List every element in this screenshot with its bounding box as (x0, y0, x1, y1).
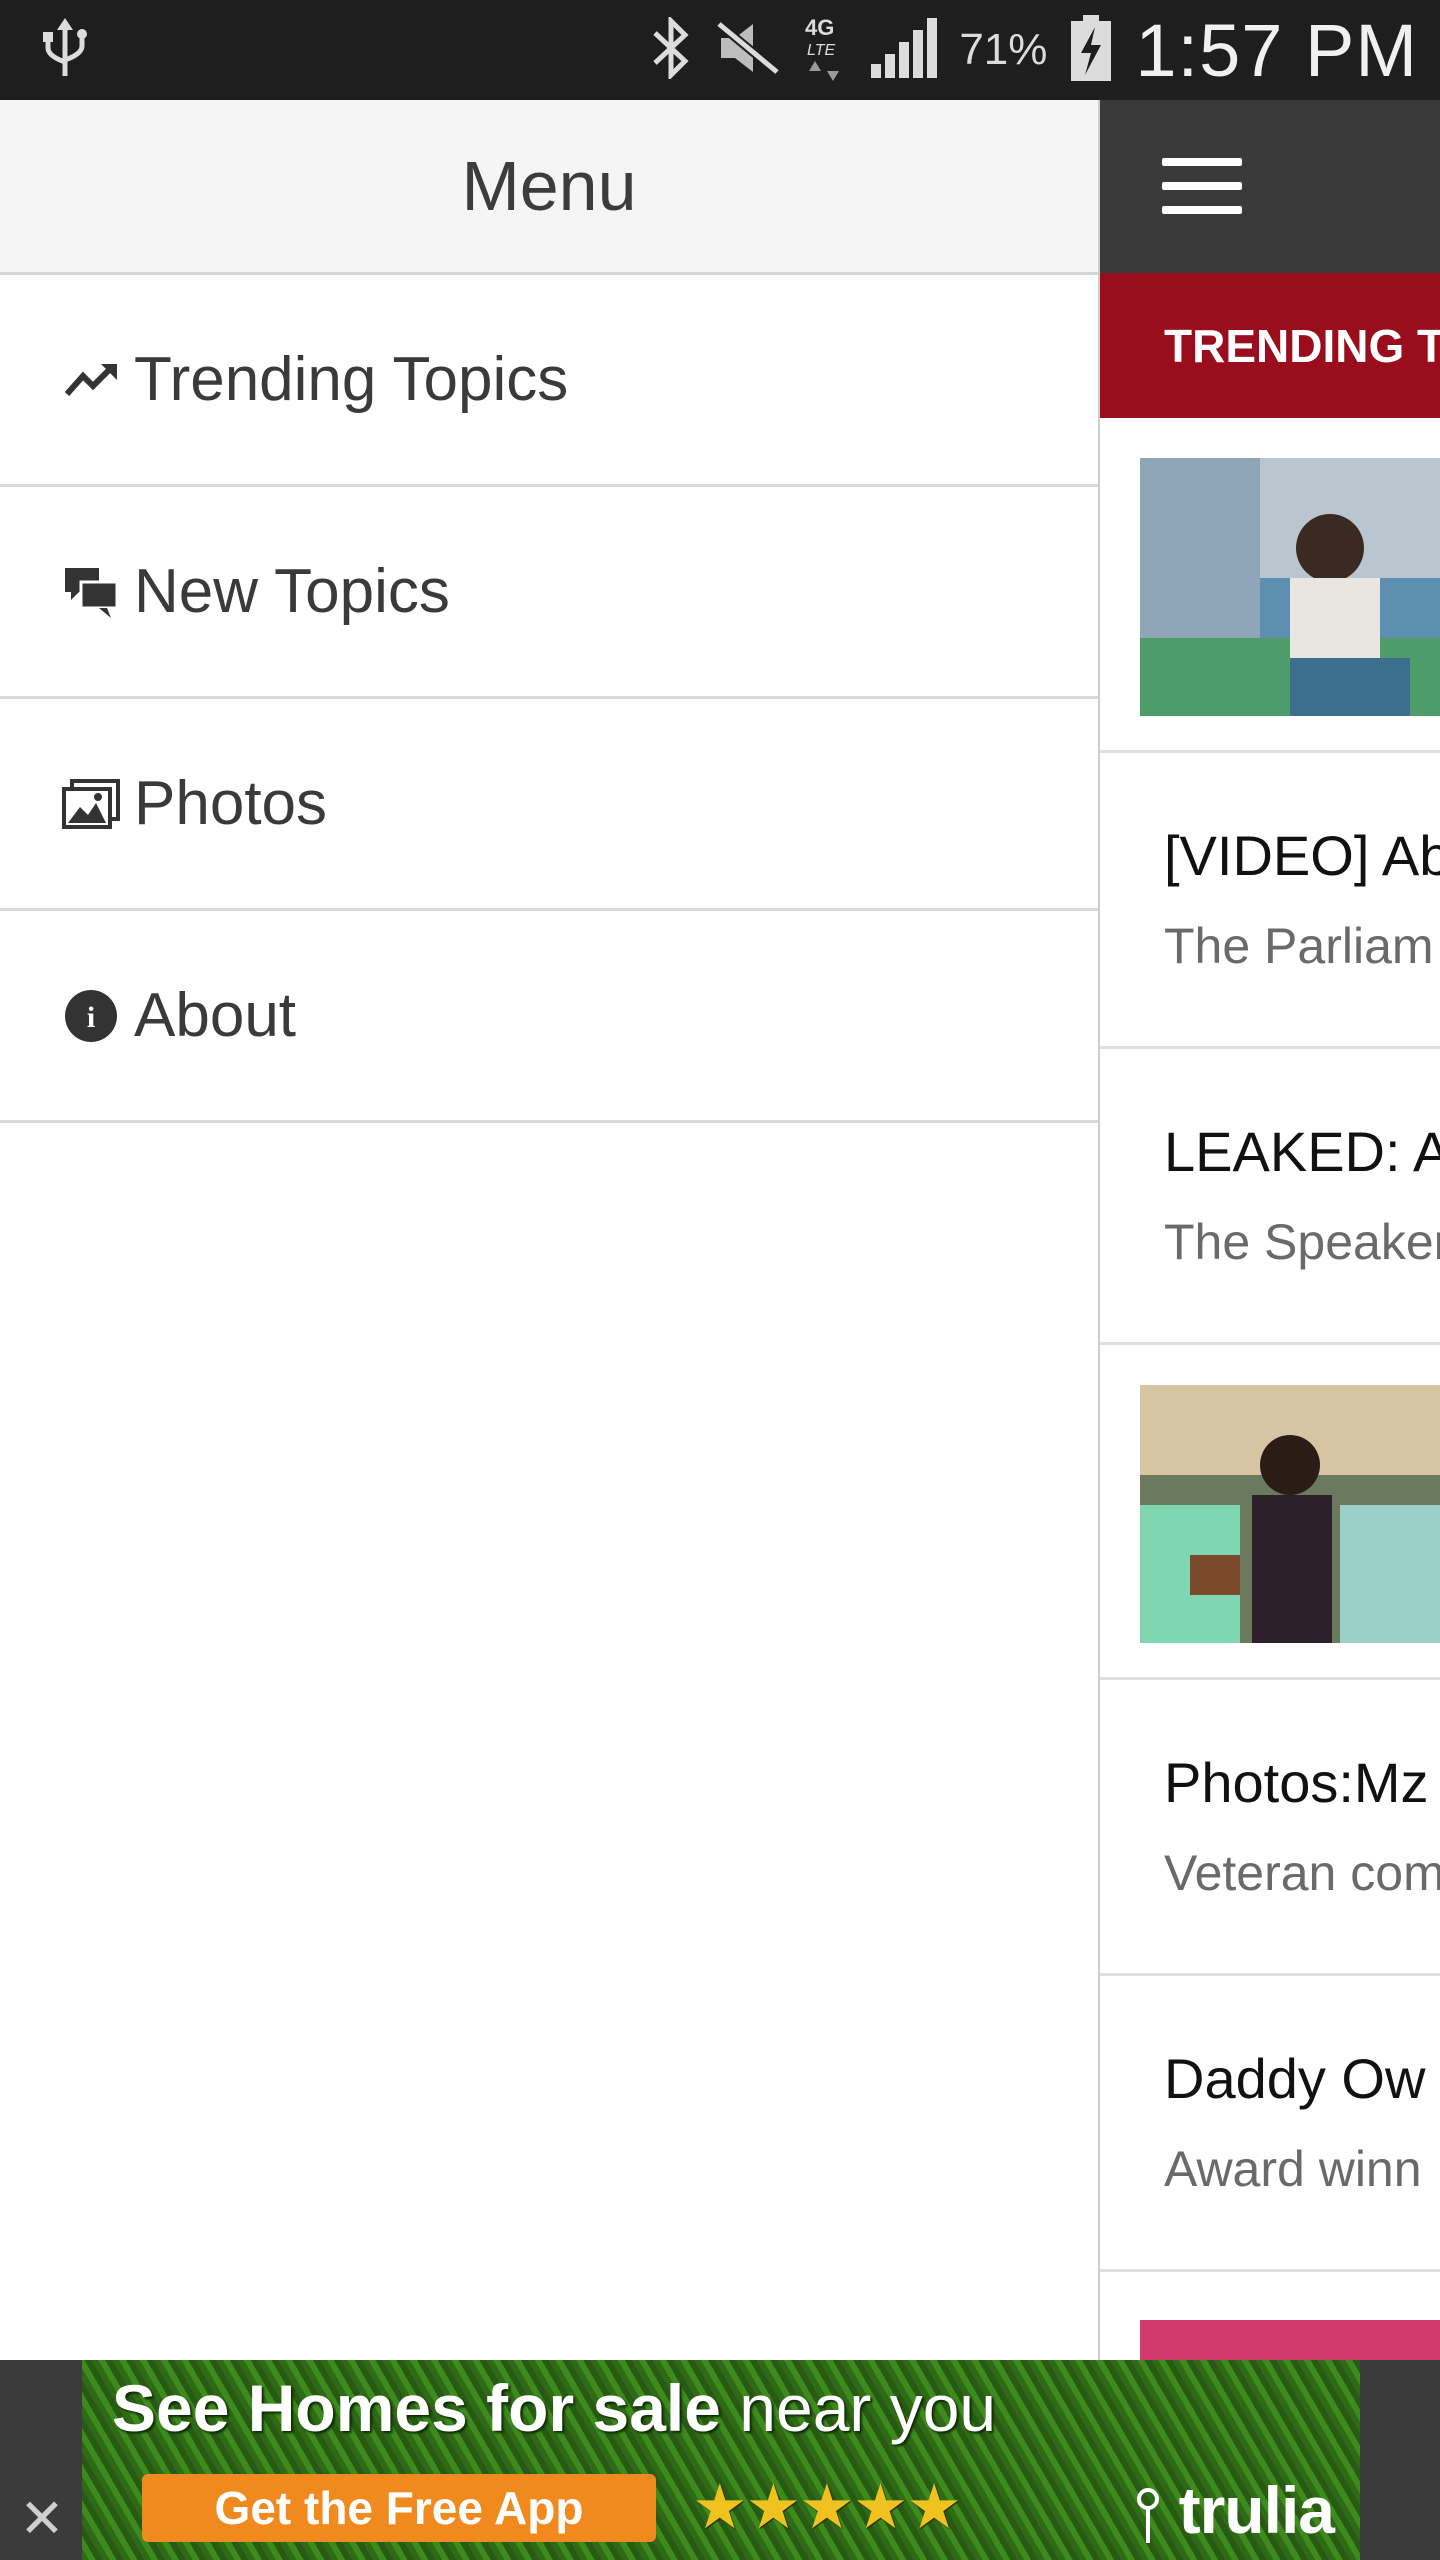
article-headline: LEAKED: A (1164, 1120, 1440, 1183)
drawer-header: Menu (0, 100, 1098, 275)
hamburger-menu-icon[interactable] (1162, 158, 1242, 214)
usb-icon (40, 18, 90, 83)
ad-brand-logo: trulia (1135, 2472, 1335, 2548)
article-card[interactable] (1100, 1345, 1440, 1680)
svg-text:LTE: LTE (807, 42, 835, 59)
bluetooth-icon (649, 14, 693, 84)
article-snippet: The Parliam (1164, 918, 1434, 974)
menu-item-label: New Topics (134, 557, 450, 626)
ad-cta-button[interactable]: Get the Free App (142, 2474, 656, 2542)
main-content: TRENDING T [VIDEO] Ab The Parliam LEAKED… (1100, 100, 1440, 2360)
drawer-title: Menu (461, 147, 637, 225)
article-headline: Photos:Mz (1164, 1751, 1429, 1814)
status-bar: 4G LTE 71% 1:57 PM (0, 0, 1440, 100)
battery-charging-icon (1069, 13, 1113, 88)
article-card[interactable]: Daddy Ow Award winn (1100, 1976, 1440, 2272)
article-snippet: Veteran com (1164, 1845, 1440, 1901)
ad-banner[interactable]: See Homes for sale near you Get the Free… (0, 2360, 1440, 2560)
menu-item-label: Trending Topics (134, 345, 569, 414)
menu-item-about[interactable]: i About (0, 911, 1098, 1123)
battery-percent: 71% (959, 25, 1048, 74)
chat-bubbles-icon (62, 563, 120, 621)
article-snippet: Award winn (1164, 2141, 1422, 2197)
trending-icon (62, 351, 120, 409)
signal-icon (869, 17, 938, 83)
article-card[interactable]: LEAKED: A The Speaker (1100, 1049, 1440, 1345)
ad-headline: See Homes for sale near you (112, 2370, 996, 2446)
article-card[interactable] (1100, 418, 1440, 753)
menu-item-label: About (134, 981, 297, 1050)
menu-item-label: Photos (134, 769, 328, 838)
section-title: TRENDING T (1164, 319, 1440, 372)
info-icon: i (62, 987, 120, 1045)
app-toolbar (1100, 100, 1440, 273)
svg-text:i: i (87, 1001, 95, 1034)
article-headline: [VIDEO] Ab (1164, 824, 1440, 887)
article-thumbnail (1140, 2320, 1440, 2360)
article-headline: Daddy Ow (1164, 2047, 1426, 2110)
section-header: TRENDING T (1100, 273, 1440, 418)
status-icons: 4G LTE 71% 1:57 PM (649, 0, 1418, 100)
article-snippet: The Speaker (1164, 1214, 1440, 1270)
ad-creative[interactable]: See Homes for sale near you Get the Free… (82, 2360, 1360, 2560)
clock: 1:57 PM (1135, 8, 1418, 92)
photos-icon (62, 775, 120, 833)
ad-headline-light: near you (739, 2371, 997, 2445)
navigation-drawer: Menu Trending Topics New Topics Photos i… (0, 100, 1100, 2360)
article-card[interactable]: Photos:Mz Veteran com (1100, 1680, 1440, 1976)
ad-close-button[interactable]: ✕ (12, 2488, 72, 2549)
ad-brand-name: trulia (1178, 2473, 1335, 2547)
menu-item-new-topics[interactable]: New Topics (0, 487, 1098, 699)
svg-text:4G: 4G (805, 15, 834, 40)
lte-4g-icon: 4G LTE (803, 13, 847, 88)
ad-headline-bold: See Homes for sale (112, 2371, 721, 2445)
article-thumbnail (1140, 1385, 1440, 1643)
location-pin-icon (1135, 2473, 1178, 2547)
menu-item-trending-topics[interactable]: Trending Topics (0, 275, 1098, 487)
ad-rating-stars: ★★★★★ (692, 2473, 962, 2542)
article-thumbnail (1140, 458, 1440, 716)
mute-icon (715, 20, 781, 81)
menu-item-photos[interactable]: Photos (0, 699, 1098, 911)
article-card[interactable]: [VIDEO] Ab The Parliam (1100, 753, 1440, 1049)
